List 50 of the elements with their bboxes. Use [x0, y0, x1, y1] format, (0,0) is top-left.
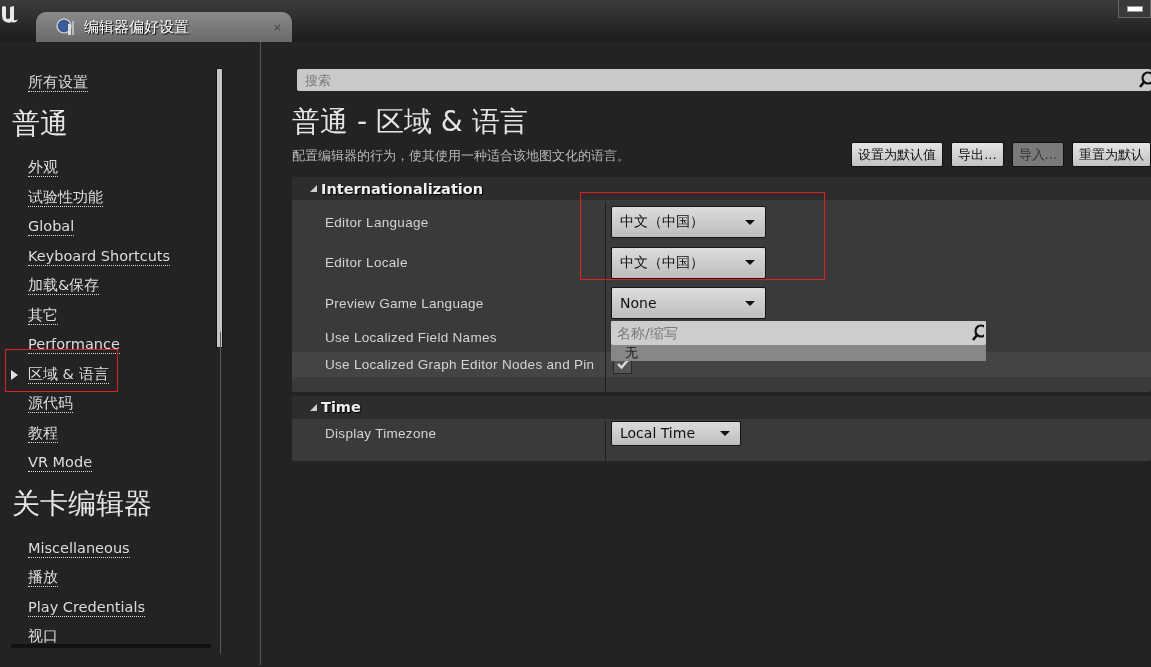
section-title: Internationalization: [321, 180, 484, 197]
dropdown[interactable]: 中文（中国）: [611, 206, 766, 239]
property-label: Use Localized Field Names: [292, 323, 606, 352]
action-button[interactable]: 导出...: [951, 142, 1004, 167]
property-label: Use Localized Graph Editor Nodes and Pin: [292, 351, 606, 377]
action-button[interactable]: 重置为默认: [1072, 142, 1151, 167]
sidebar-link[interactable]: 播放: [28, 569, 58, 588]
sidebar-link[interactable]: Play Credentials: [28, 598, 146, 617]
sidebar-link[interactable]: 源代码: [28, 395, 73, 414]
search-icon: [1139, 71, 1151, 89]
category-heading: 普通: [11, 105, 69, 142]
tab-title: 编辑器偏好设置: [84, 17, 190, 37]
page-title: 普通 - 区域 & 语言: [292, 104, 529, 140]
sidebar-link[interactable]: Keyboard Shortcuts: [28, 247, 171, 266]
section-title: Time: [321, 399, 361, 415]
expand-triangle-icon[interactable]: [310, 185, 317, 192]
sidebar-link[interactable]: Miscellaneous: [28, 539, 130, 558]
sidebar-link[interactable]: 教程: [28, 424, 58, 443]
property-label: Display Timezone: [292, 420, 606, 446]
dropdown[interactable]: 中文（中国）: [611, 246, 766, 279]
sidebar-link[interactable]: VR Mode: [28, 454, 93, 473]
search-field[interactable]: 名称/缩写: [611, 321, 986, 345]
caret-icon: [745, 260, 755, 266]
sidebar-link[interactable]: 加载&保存: [28, 277, 100, 296]
sidebar-link[interactable]: Global: [28, 218, 75, 237]
caret-icon: [745, 300, 755, 306]
dropdown[interactable]: Local Time: [611, 420, 741, 446]
sidebar-link[interactable]: 其它: [28, 306, 58, 325]
search-field[interactable]: 搜索: [297, 69, 1151, 91]
property-label: Editor Locale: [292, 242, 606, 283]
caret-icon: [745, 219, 755, 225]
page-description: 配置编辑器的行为，使其使用一种适合该地图文化的语言。: [292, 147, 630, 165]
sidebar-link[interactable]: 区域 & 语言: [28, 365, 109, 384]
sidebar-link[interactable]: 所有设置: [28, 73, 88, 92]
minimize-button[interactable]: [1118, 0, 1151, 18]
settings-icon: [56, 18, 76, 36]
property-label: Editor Language: [292, 202, 606, 243]
logo-icon: [0, 3, 20, 25]
action-button[interactable]: 设置为默认值: [851, 142, 944, 167]
search-icon: [972, 324, 984, 342]
dropdown[interactable]: None: [611, 287, 766, 320]
expand-triangle-icon[interactable]: [310, 403, 317, 411]
scrollbar-thumb[interactable]: [216, 68, 223, 348]
category-heading: 关卡编辑器: [11, 486, 153, 522]
property-label: Preview Game Language: [292, 283, 606, 324]
caret-icon: [720, 430, 730, 436]
editor-tab[interactable]: 编辑器偏好设置 ×: [36, 12, 292, 42]
sidebar-link[interactable]: Performance: [28, 336, 120, 355]
sidebar-link[interactable]: 试验性功能: [28, 188, 103, 207]
sidebar-link[interactable]: 外观: [28, 159, 58, 178]
